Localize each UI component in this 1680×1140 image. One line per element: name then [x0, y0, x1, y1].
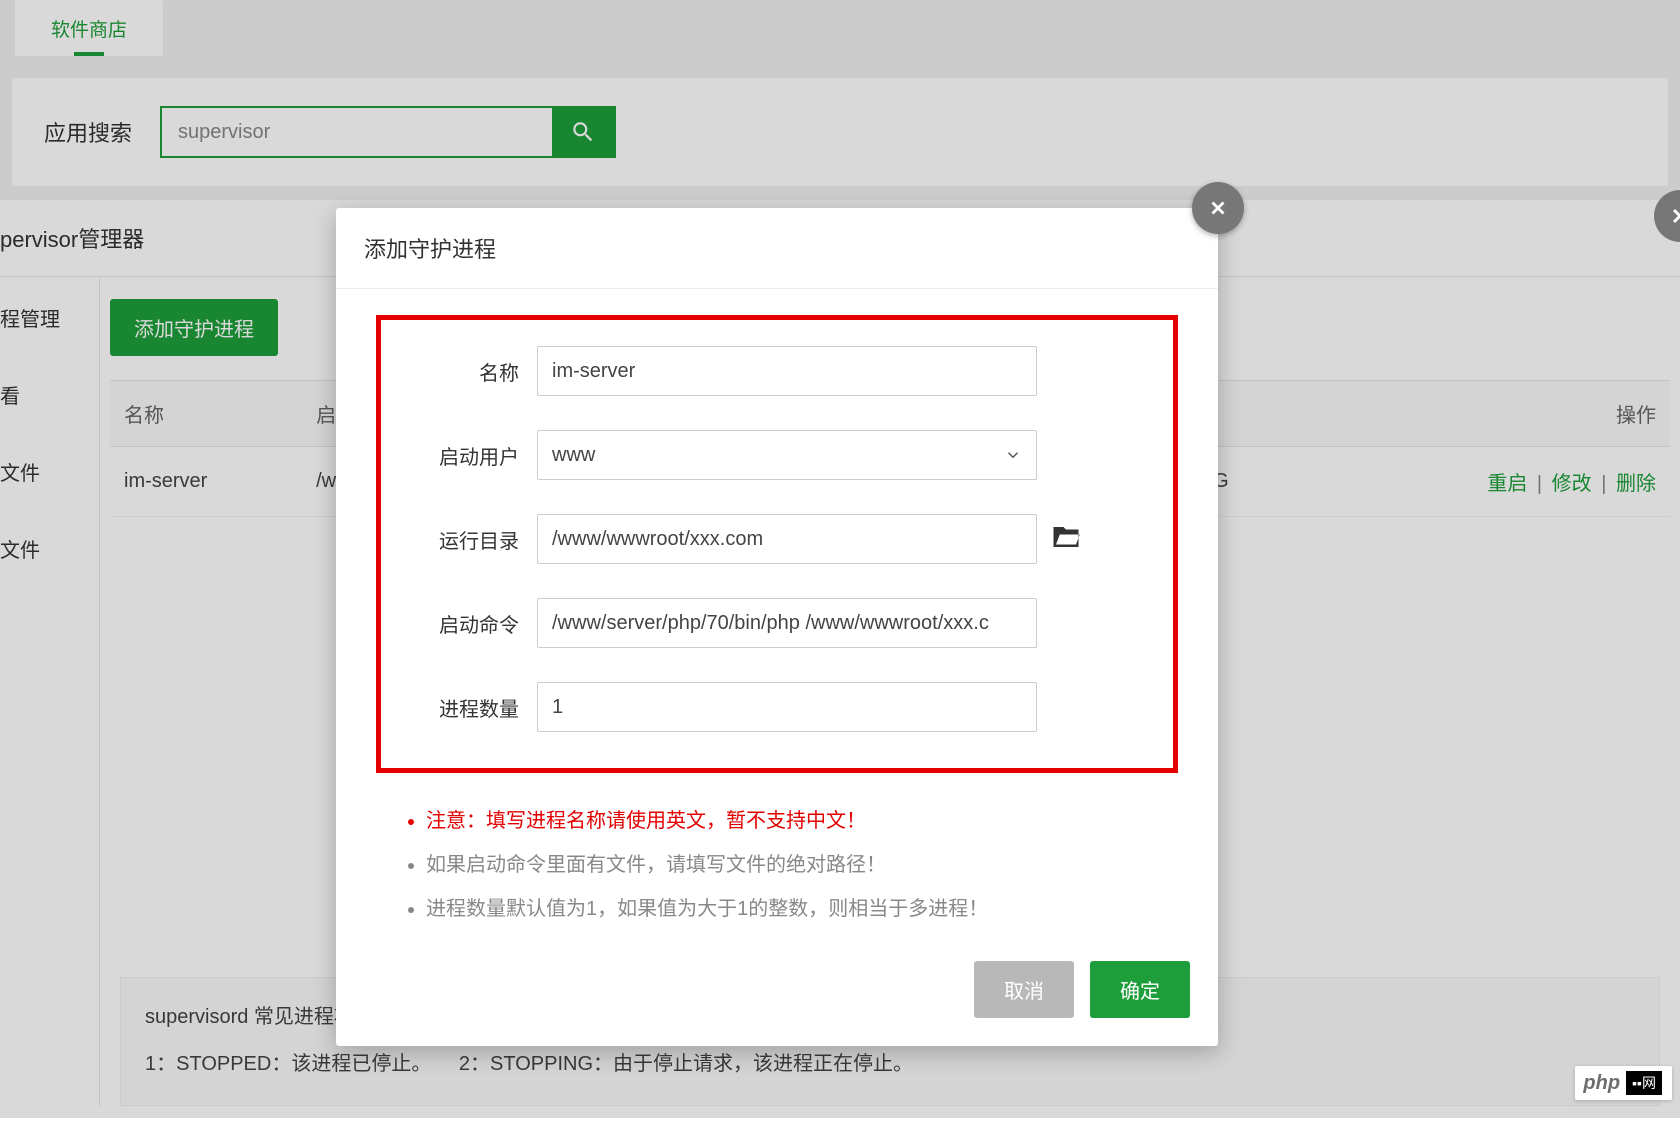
watermark: php ▪▪网 [1575, 1066, 1672, 1100]
select-user[interactable]: www [537, 430, 1037, 480]
close-icon [1668, 204, 1680, 228]
row-user: 启动用户 www [417, 430, 1137, 480]
input-count[interactable] [537, 682, 1037, 732]
modal-close-button[interactable] [1192, 182, 1244, 234]
chevron-down-icon [1004, 446, 1022, 464]
label-cmd: 启动命令 [417, 609, 537, 638]
notes-list: 注意：填写进程名称请使用英文，暂不支持中文！ 如果启动命令里面有文件，请填写文件… [376, 799, 1178, 931]
row-dir: 运行目录 [417, 514, 1137, 564]
close-icon [1207, 197, 1229, 219]
cancel-button[interactable]: 取消 [974, 961, 1074, 1018]
input-cmd[interactable] [537, 598, 1037, 648]
row-name: 名称 [417, 346, 1137, 396]
label-name: 名称 [417, 357, 537, 386]
input-dir[interactable] [537, 514, 1037, 564]
modal-footer: 取消 确定 [336, 941, 1218, 1046]
note-count: 进程数量默认值为1，如果值为大于1的整数，则相当于多进程！ [426, 887, 1178, 931]
row-count: 进程数量 [417, 682, 1137, 732]
modal-title: 添加守护进程 [336, 208, 1218, 289]
input-name[interactable] [537, 346, 1037, 396]
row-cmd: 启动命令 [417, 598, 1137, 648]
form-frame: 名称 启动用户 www 运行目录 启动命令 [376, 315, 1178, 773]
watermark-cn: ▪▪网 [1626, 1071, 1662, 1095]
ok-button[interactable]: 确定 [1090, 961, 1190, 1018]
browse-folder-button[interactable] [1051, 522, 1081, 557]
add-process-modal: 添加守护进程 名称 启动用户 www 运行目录 启 [336, 208, 1218, 1046]
watermark-php: php [1583, 1072, 1620, 1095]
label-count: 进程数量 [417, 693, 537, 722]
folder-icon [1051, 522, 1081, 552]
label-user: 启动用户 [417, 441, 537, 470]
label-dir: 运行目录 [417, 525, 537, 554]
note-warning: 注意：填写进程名称请使用英文，暂不支持中文！ [426, 799, 1178, 843]
select-user-value: www [552, 444, 595, 467]
note-path: 如果启动命令里面有文件，请填写文件的绝对路径！ [426, 843, 1178, 887]
